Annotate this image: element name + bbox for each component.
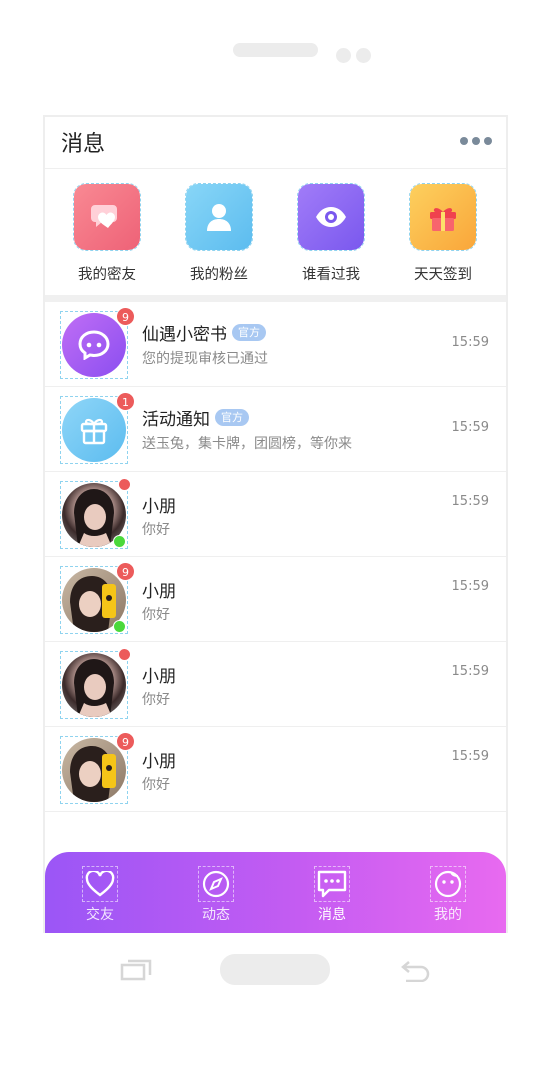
list-item[interactable]: 9 小朋 你好 15:59	[45, 727, 506, 812]
recent-apps-icon[interactable]	[120, 958, 152, 986]
list-item[interactable]: 9 仙遇小密书 官方 您的提现审核已通过 15:59	[45, 302, 506, 387]
avatar: 9	[60, 307, 135, 379]
online-status	[113, 620, 126, 633]
page-title: 消息	[61, 132, 106, 157]
tab-label: 动态	[202, 907, 230, 923]
message-time: 15:59	[451, 494, 489, 509]
official-tag: 官方	[232, 324, 266, 341]
unread-badge: 1	[116, 392, 135, 411]
tab-friends[interactable]: 交友	[65, 866, 135, 924]
list-item[interactable]: 9 小朋 你好 15:59	[45, 557, 506, 642]
more-options-icon[interactable]	[460, 135, 492, 147]
heart-chat-icon	[73, 183, 141, 251]
contact-name: 活动通知 官方	[142, 405, 249, 430]
eye-icon	[297, 183, 365, 251]
quick-label: 我的密友	[78, 267, 136, 283]
contact-name: 小朋	[142, 582, 176, 602]
quick-label: 谁看过我	[302, 267, 360, 283]
unread-badge: 9	[116, 732, 135, 751]
contact-name: 小朋	[142, 497, 176, 517]
face-icon	[430, 866, 466, 902]
home-button[interactable]	[220, 954, 330, 985]
contact-name: 小朋	[142, 667, 176, 687]
message-preview: 你好	[142, 692, 170, 708]
message-time: 15:59	[451, 579, 489, 594]
message-time: 15:59	[451, 420, 489, 435]
message-preview: 您的提现审核已通过	[142, 351, 268, 367]
tab-moments[interactable]: 动态	[181, 866, 251, 924]
app-header: 消息	[45, 117, 506, 169]
compass-icon	[198, 866, 234, 902]
assistant-chat-icon	[62, 313, 126, 377]
user-photo	[62, 653, 126, 717]
tab-messages[interactable]: 消息	[297, 866, 367, 924]
contact-name: 仙遇小密书 官方	[142, 320, 266, 345]
heart-icon	[82, 866, 118, 902]
gift-icon	[409, 183, 477, 251]
message-preview: 你好	[142, 607, 170, 623]
quick-item-fans[interactable]: 我的粉丝	[179, 183, 259, 284]
quick-item-checkin[interactable]: 天天签到	[403, 183, 483, 284]
official-tag: 官方	[215, 409, 249, 426]
tab-label: 消息	[318, 907, 346, 923]
unread-dot	[118, 648, 131, 661]
quick-entries: 我的密友 我的粉丝 谁看过我 天天签到	[45, 169, 506, 295]
unread-badge: 9	[116, 562, 135, 581]
user-photo	[62, 738, 126, 802]
list-item[interactable]: 小朋 你好 15:59	[45, 472, 506, 557]
bottom-tab-bar: 交友 动态 消息 我的	[45, 852, 506, 933]
avatar: 1	[60, 392, 135, 464]
avatar	[60, 478, 131, 549]
tab-profile[interactable]: 我的	[413, 866, 483, 924]
list-item[interactable]: 1 活动通知 官方 送玉兔，集卡牌，团圆榜，等你来 15:59	[45, 387, 506, 472]
message-preview: 你好	[142, 777, 170, 793]
message-time: 15:59	[451, 335, 489, 350]
message-time: 15:59	[451, 664, 489, 679]
message-preview: 你好	[142, 522, 170, 538]
unread-dot	[118, 478, 131, 491]
tab-label: 交友	[86, 907, 114, 923]
user-icon	[185, 183, 253, 251]
quick-label: 天天签到	[414, 267, 472, 283]
quick-label: 我的粉丝	[190, 267, 248, 283]
online-status	[113, 535, 126, 548]
quick-item-close-friends[interactable]: 我的密友	[67, 183, 147, 284]
message-icon	[314, 866, 350, 902]
phone-camera	[336, 48, 351, 63]
message-time: 15:59	[451, 749, 489, 764]
phone-speaker	[233, 43, 318, 57]
section-divider	[45, 295, 506, 302]
message-list: 9 仙遇小密书 官方 您的提现审核已通过 15:59 1 活动通知 官方 送玉兔，集…	[45, 302, 506, 812]
quick-item-visitors[interactable]: 谁看过我	[291, 183, 371, 284]
message-preview: 送玉兔，集卡牌，团圆榜，等你来	[142, 436, 352, 452]
back-icon[interactable]	[400, 958, 432, 986]
gift-icon	[62, 398, 126, 462]
contact-name: 小朋	[142, 752, 176, 772]
avatar	[60, 648, 131, 719]
app-screen: 消息 我的密友 我的粉丝 谁看过我 天天签到 9 仙遇小密书 官方 您的提现审核…	[43, 115, 508, 933]
avatar: 9	[60, 732, 135, 804]
avatar: 9	[60, 562, 135, 634]
list-item[interactable]: 小朋 你好 15:59	[45, 642, 506, 727]
phone-sensor	[356, 48, 371, 63]
tab-label: 我的	[434, 907, 462, 923]
unread-badge: 9	[116, 307, 135, 326]
